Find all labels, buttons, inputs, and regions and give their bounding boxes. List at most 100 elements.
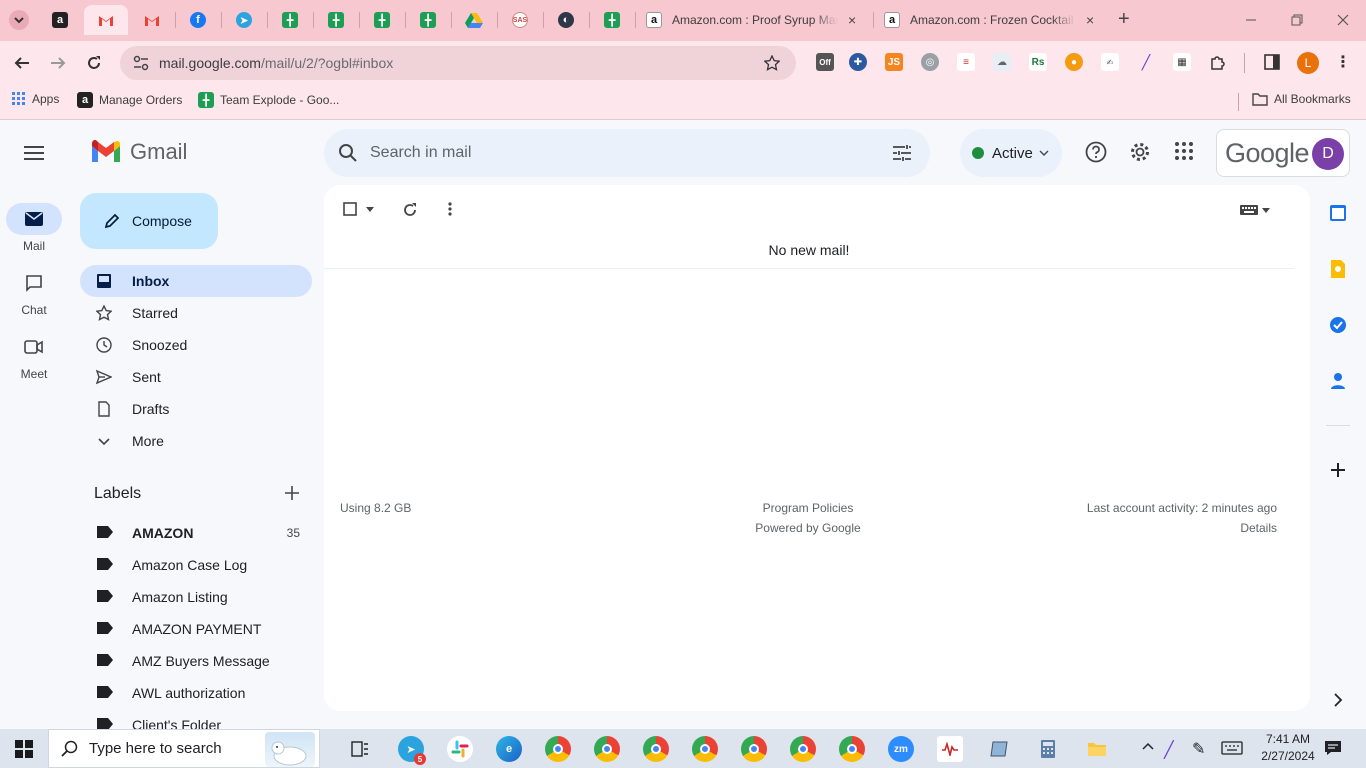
chrome-profile-3-icon[interactable]: [643, 736, 669, 762]
search-options-icon[interactable]: [892, 144, 912, 162]
account-avatar[interactable]: D: [1312, 138, 1344, 170]
reload-button[interactable]: [80, 49, 108, 77]
contacts-icon[interactable]: [1326, 369, 1350, 393]
main-menu-icon[interactable]: [20, 141, 48, 165]
label-item[interactable]: AMAZON PAYMENT: [80, 613, 312, 645]
nav-inbox[interactable]: Inbox: [80, 265, 312, 297]
address-bar[interactable]: mail.google.com/mail/u/2/?ogbl#inbox: [120, 46, 796, 80]
label-item[interactable]: Client's Folder: [80, 709, 312, 729]
tab-sheets-2[interactable]: ╋: [314, 5, 358, 35]
tab-sheets-1[interactable]: ╋: [268, 5, 312, 35]
bookmark-star-icon[interactable]: [764, 55, 780, 71]
search-bar[interactable]: Search in mail: [324, 129, 930, 177]
extension-pen-icon[interactable]: ╱: [1137, 53, 1155, 71]
bookmark-apps[interactable]: Apps: [12, 92, 59, 106]
chrome-profile-6-icon[interactable]: [790, 736, 816, 762]
select-all-checkbox[interactable]: [343, 202, 357, 216]
google-apps-icon[interactable]: [1174, 141, 1194, 161]
input-tools-keyboard-icon[interactable]: [1240, 204, 1270, 216]
windows-start-icon[interactable]: [15, 740, 33, 758]
task-view-icon[interactable]: [347, 736, 373, 762]
search-icon[interactable]: [338, 143, 358, 163]
restore-button[interactable]: [1274, 8, 1320, 32]
tasks-icon[interactable]: [1326, 313, 1350, 337]
calendar-icon[interactable]: [1326, 201, 1350, 225]
extension-bars-icon[interactable]: ≡: [957, 53, 975, 71]
minimize-button[interactable]: [1228, 8, 1274, 32]
chrome-profile-5-icon[interactable]: [741, 736, 767, 762]
tab-drive[interactable]: [452, 5, 496, 35]
add-label-button[interactable]: [284, 485, 300, 501]
label-item[interactable]: Amazon Listing: [80, 581, 312, 613]
show-hidden-icons-chevron-icon[interactable]: [1142, 742, 1154, 750]
tab-sheets-4[interactable]: ╋: [406, 5, 450, 35]
tab-amazon-pinned[interactable]: a: [38, 5, 82, 35]
tab-close-button[interactable]: ×: [848, 12, 856, 28]
tab-facebook[interactable]: f: [176, 5, 220, 35]
extension-qr-icon[interactable]: ▦: [1173, 53, 1191, 71]
touch-keyboard-icon[interactable]: [1221, 741, 1243, 755]
label-item[interactable]: Amazon Case Log: [80, 549, 312, 581]
tab-gmail-2[interactable]: [130, 5, 174, 35]
forward-button[interactable]: [44, 49, 72, 77]
notifications-icon[interactable]: [1324, 740, 1342, 756]
back-button[interactable]: [8, 49, 36, 77]
side-panel-icon[interactable]: [1263, 53, 1281, 71]
tab-telegram[interactable]: ➤: [222, 5, 266, 35]
slack-taskbar-icon[interactable]: [447, 736, 473, 762]
rail-meet[interactable]: Meet: [0, 331, 68, 381]
select-menu-chevron-icon[interactable]: [366, 207, 374, 212]
tab-close-button[interactable]: ×: [1086, 12, 1094, 28]
rail-mail[interactable]: Mail: [0, 203, 68, 253]
edge-taskbar-icon[interactable]: e: [496, 736, 522, 762]
gmail-logo[interactable]: Gmail: [90, 139, 187, 165]
extensions-puzzle-icon[interactable]: [1209, 53, 1227, 71]
storage-usage[interactable]: Using 8.2 GB: [340, 501, 411, 515]
extension-orange-icon[interactable]: ●: [1065, 53, 1083, 71]
extension-network-icon[interactable]: ✚: [849, 53, 867, 71]
nav-sent[interactable]: Sent: [80, 361, 312, 393]
bookmark-manage-orders[interactable]: a Manage Orders: [77, 92, 182, 108]
nav-starred[interactable]: Starred: [80, 297, 312, 329]
extension-cloud-icon[interactable]: ☁: [993, 53, 1011, 71]
new-tab-button[interactable]: +: [1118, 8, 1130, 31]
telegram-taskbar-icon[interactable]: ➤ 5: [398, 736, 426, 765]
program-policies-link[interactable]: Program Policies: [724, 501, 892, 515]
nav-drafts[interactable]: Drafts: [80, 393, 312, 425]
extension-off-icon[interactable]: Off: [816, 53, 834, 71]
keep-icon[interactable]: [1326, 257, 1350, 281]
file-explorer-icon[interactable]: [1084, 736, 1110, 762]
calculator-icon[interactable]: [1035, 736, 1061, 762]
settings-gear-icon[interactable]: [1129, 141, 1151, 163]
nav-more[interactable]: More: [80, 425, 312, 457]
expand-side-panel-chevron-icon[interactable]: [1326, 688, 1350, 712]
more-options-icon[interactable]: [448, 202, 452, 216]
bookmark-all-bookmarks[interactable]: All Bookmarks: [1252, 92, 1351, 106]
browser-menu-icon[interactable]: ⋮: [1334, 53, 1352, 71]
system-clock[interactable]: 7:41 AM 2/27/2024: [1256, 731, 1320, 765]
tab-sheets-3[interactable]: ╋: [360, 5, 404, 35]
extension-js-icon[interactable]: JS: [885, 53, 903, 71]
zoom-taskbar-icon[interactable]: zm: [888, 736, 914, 762]
tab-globe-app[interactable]: ◐: [544, 5, 588, 35]
notes-app-icon[interactable]: [986, 736, 1012, 762]
chrome-profile-4-icon[interactable]: [692, 736, 718, 762]
taskbar-search-box[interactable]: Type here to search: [48, 729, 320, 768]
chrome-profile-1-icon[interactable]: [545, 736, 571, 762]
help-icon[interactable]: [1085, 141, 1107, 163]
add-addon-plus-icon[interactable]: [1326, 458, 1350, 482]
pulse-app-icon[interactable]: [937, 736, 963, 762]
extension-globe-icon[interactable]: ◎: [921, 53, 939, 71]
tab-amazon-frozen-cocktail[interactable]: a Amazon.com : Frozen Cocktail D ×: [884, 5, 1094, 35]
rail-chat[interactable]: Chat: [0, 267, 68, 317]
close-window-button[interactable]: [1320, 8, 1366, 32]
tab-sheets-5[interactable]: ╋: [590, 5, 634, 35]
search-input[interactable]: Search in mail: [370, 144, 471, 162]
nav-snoozed[interactable]: Snoozed: [80, 329, 312, 361]
profile-avatar[interactable]: L: [1297, 52, 1319, 74]
tab-search-button[interactable]: [0, 5, 38, 35]
label-item[interactable]: AMZ Buyers Message: [80, 645, 312, 677]
ink-tray-icon[interactable]: ✎: [1192, 739, 1205, 759]
bookmark-team-explode[interactable]: ╋ Team Explode - Goo...: [198, 92, 339, 108]
label-item[interactable]: AMAZON 35: [80, 517, 312, 549]
